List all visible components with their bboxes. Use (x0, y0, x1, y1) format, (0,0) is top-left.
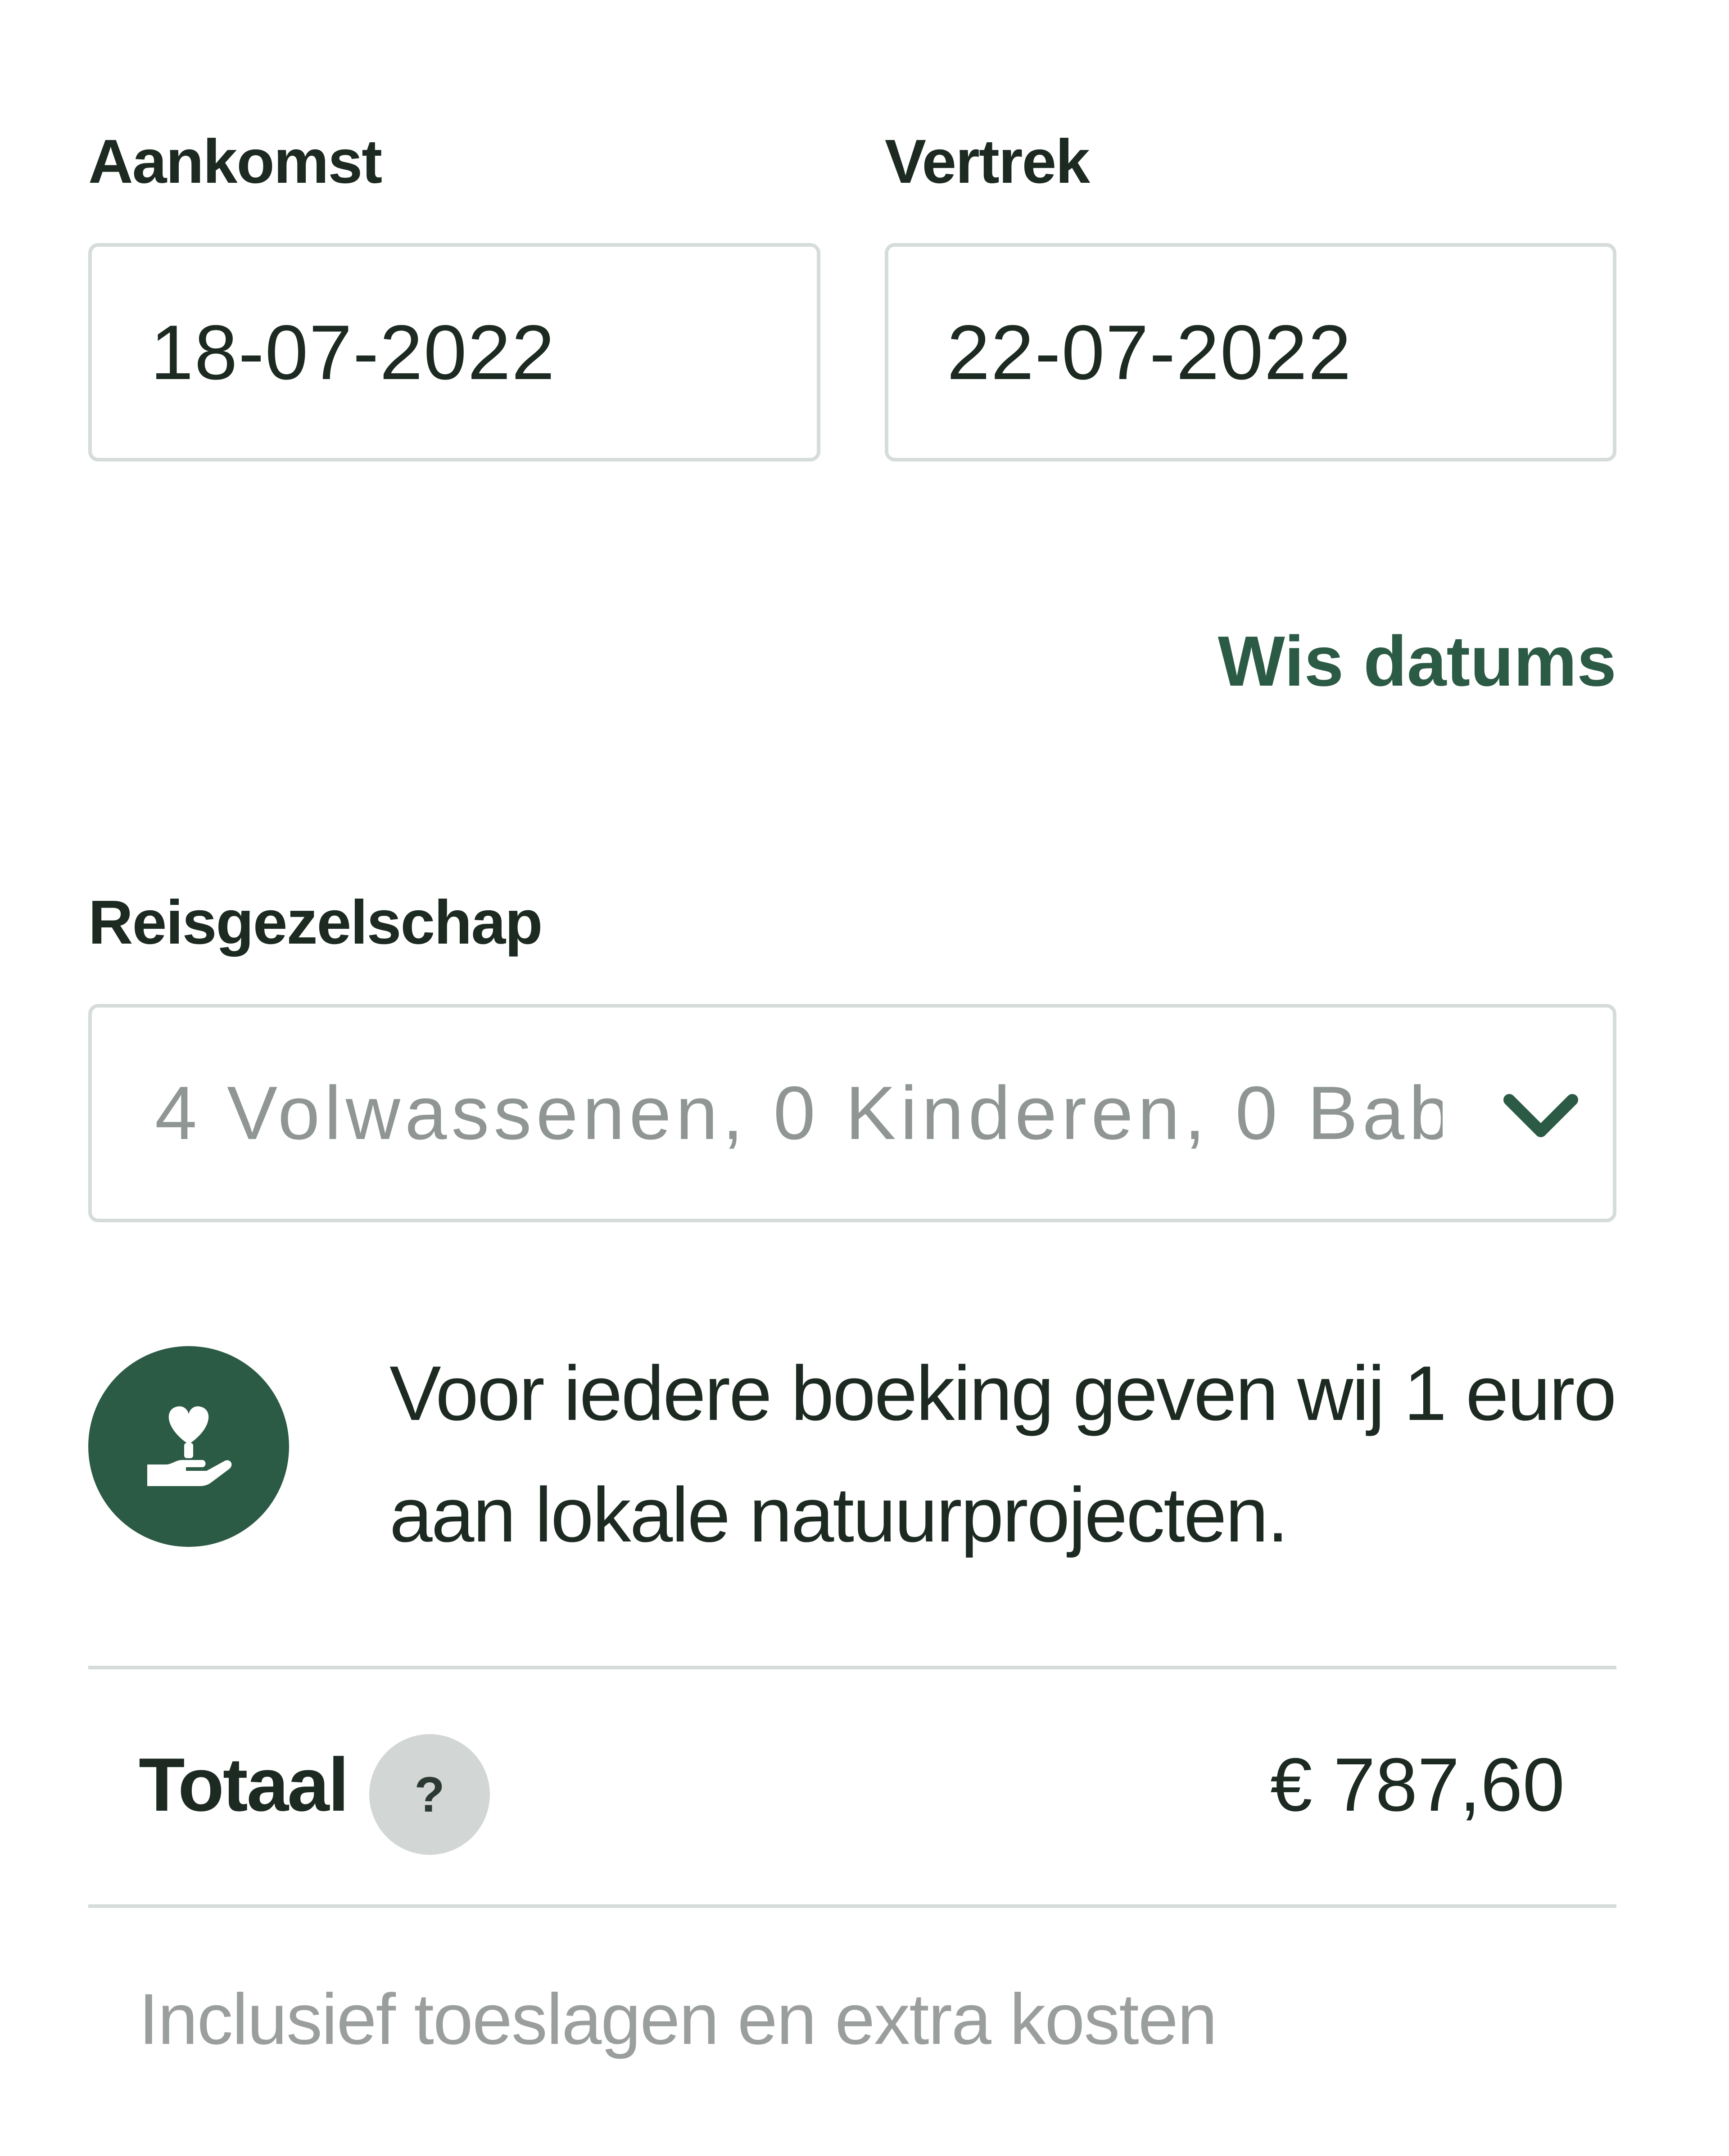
total-label: Totaal (139, 1742, 349, 1827)
departure-label: Vertrek (885, 127, 1090, 196)
hand-heart-icon (147, 1406, 232, 1486)
total-footnote: Inclusief toeslagen en extra kosten (139, 1979, 1218, 2059)
total-amount: € 787,60 (1270, 1742, 1565, 1827)
departure-date-value: 22-07-2022 (947, 309, 1352, 396)
party-select[interactable]: 4 Volwassenen, 0 Kinderen, 0 Baby's (88, 1004, 1616, 1222)
divider-bottom (88, 1904, 1616, 1908)
chevron-down-icon (1503, 1094, 1578, 1137)
arrival-date-field[interactable]: 18-07-2022 (88, 243, 820, 461)
party-select-value: 4 Volwassenen, 0 Kinderen, 0 Baby's (155, 1071, 1443, 1155)
charity-message: Voor iedere boeking geven wij 1 euro aan… (389, 1350, 1616, 1558)
arrival-label: Aankomst (88, 127, 382, 196)
help-button[interactable]: ? (369, 1734, 490, 1855)
divider-top (88, 1666, 1616, 1669)
clear-dates-link[interactable]: Wis datums (1218, 626, 1616, 697)
booking-panel: Aankomst Vertrek 18-07-2022 22-07-2022 W… (0, 0, 1729, 2156)
question-icon: ? (414, 1767, 445, 1822)
charity-badge (88, 1346, 289, 1547)
departure-date-field[interactable]: 22-07-2022 (885, 243, 1616, 461)
arrival-date-value: 18-07-2022 (150, 309, 556, 396)
party-label: Reisgezelschap (88, 888, 543, 957)
